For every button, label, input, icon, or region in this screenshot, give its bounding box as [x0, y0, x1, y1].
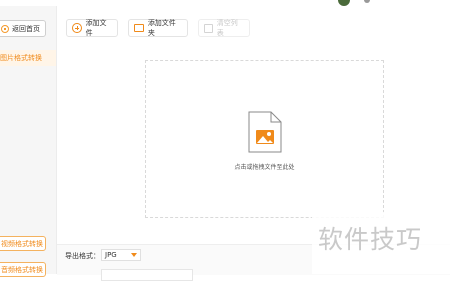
- image-file-icon: [248, 111, 282, 153]
- sidebar-item-label: 视频格式转换: [1, 239, 43, 248]
- format-value: JPG: [105, 251, 117, 259]
- watermark: 软件技巧: [318, 225, 423, 254]
- drop-hint: 点击或拖拽文件至此处: [234, 164, 295, 171]
- sidebar-item-image-convert[interactable]: 图片格式转换: [0, 50, 56, 66]
- sidebar-item-label: 图片格式转换: [0, 54, 42, 62]
- back-home-label: 返回首页: [12, 24, 40, 33]
- add-file-button[interactable]: 添加文件: [66, 19, 118, 37]
- sidebar-item-audio-convert[interactable]: 音频格式转换: [0, 262, 46, 277]
- add-file-label: 添加文件: [85, 19, 107, 37]
- sidebar-item-label: 音频格式转换: [1, 265, 43, 274]
- format-select[interactable]: JPG: [101, 249, 141, 261]
- trash-icon: [204, 23, 213, 33]
- chevron-down-icon: [131, 253, 137, 257]
- folder-icon: [134, 24, 144, 32]
- home-icon: [1, 24, 9, 33]
- sidebar: 返回首页 图片格式转换 视频格式转换 音频格式转换: [0, 6, 57, 277]
- file-drop-zone[interactable]: 点击或拖拽文件至此处: [145, 60, 384, 218]
- add-folder-label: 添加文件夹: [147, 19, 176, 37]
- sidebar-item-video-convert[interactable]: 视频格式转换: [0, 236, 46, 251]
- avatar[interactable]: [338, 0, 350, 6]
- back-home-button[interactable]: 返回首页: [0, 20, 46, 37]
- clear-list-label: 清空列表: [216, 19, 238, 37]
- title-bar: [0, 0, 450, 6]
- export-format-label: 导出格式：: [65, 252, 100, 260]
- plus-icon: [72, 23, 82, 33]
- clear-list-button[interactable]: 清空列表: [198, 19, 250, 37]
- output-path-field[interactable]: [101, 269, 193, 281]
- add-folder-button[interactable]: 添加文件夹: [128, 19, 188, 37]
- menu-icon[interactable]: [364, 0, 370, 3]
